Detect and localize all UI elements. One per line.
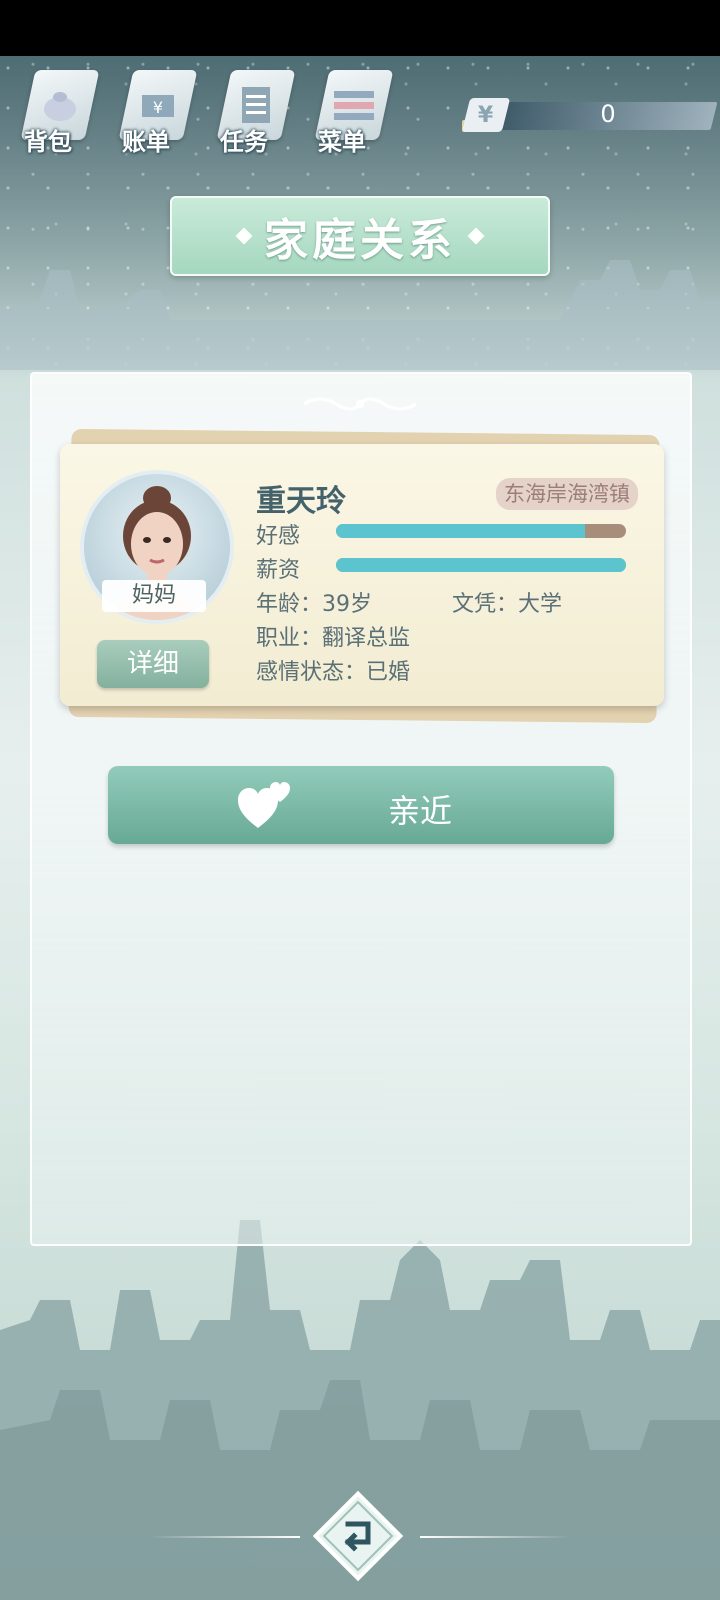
affection-bar-fill [336,524,586,538]
approach-label: 亲近 [388,792,453,830]
nav-menu-label: 菜单 [318,128,366,156]
diamond-left-icon [235,227,253,245]
location-badge: 东海岸海湾镇 [496,478,638,510]
divider-right [420,1536,570,1538]
approach-button[interactable]: 亲近 [108,766,614,844]
salary-bar-fill [336,558,626,572]
affection-bar [336,524,626,538]
character-name: 重天玲 [256,484,346,519]
divider-left [150,1536,300,1538]
status-bar [0,0,720,56]
nav-backpack-label: 背包 [24,128,72,156]
page-title-banner: 家庭关系 [170,196,550,276]
nav-task-button[interactable]: 任务 [214,64,296,160]
top-nav: 背包 ¥ 账单 任务 菜单 [18,64,394,164]
svg-text:¥: ¥ [153,98,163,117]
age-text: 年龄：39岁 [256,592,372,617]
education-text: 文凭：大学 [452,592,563,617]
money-display: ¥ 0 [461,98,718,134]
nav-task-label: 任务 [220,128,268,156]
ornament-icon [303,397,417,411]
relationship-text: 感情状态：已婚 [256,660,411,685]
nav-bill-label: 账单 [122,128,170,156]
affection-label: 好感 [256,524,301,549]
page-title: 家庭关系 [264,215,456,266]
diamond-right-icon [467,227,485,245]
detail-button[interactable]: 详细 [97,640,209,688]
back-button[interactable] [310,1488,406,1584]
job-text: 职业：翻译总监 [256,626,411,651]
hearts-icon [238,782,290,828]
salary-bar [336,558,626,572]
nav-bill-button[interactable]: ¥ 账单 [116,64,198,160]
nav-menu-button[interactable]: 菜单 [312,64,394,160]
nav-backpack-button[interactable]: 背包 [18,64,100,160]
salary-label: 薪资 [256,558,301,583]
money-value: 0 [600,100,616,128]
relation-label: 妈妈 [102,580,206,612]
